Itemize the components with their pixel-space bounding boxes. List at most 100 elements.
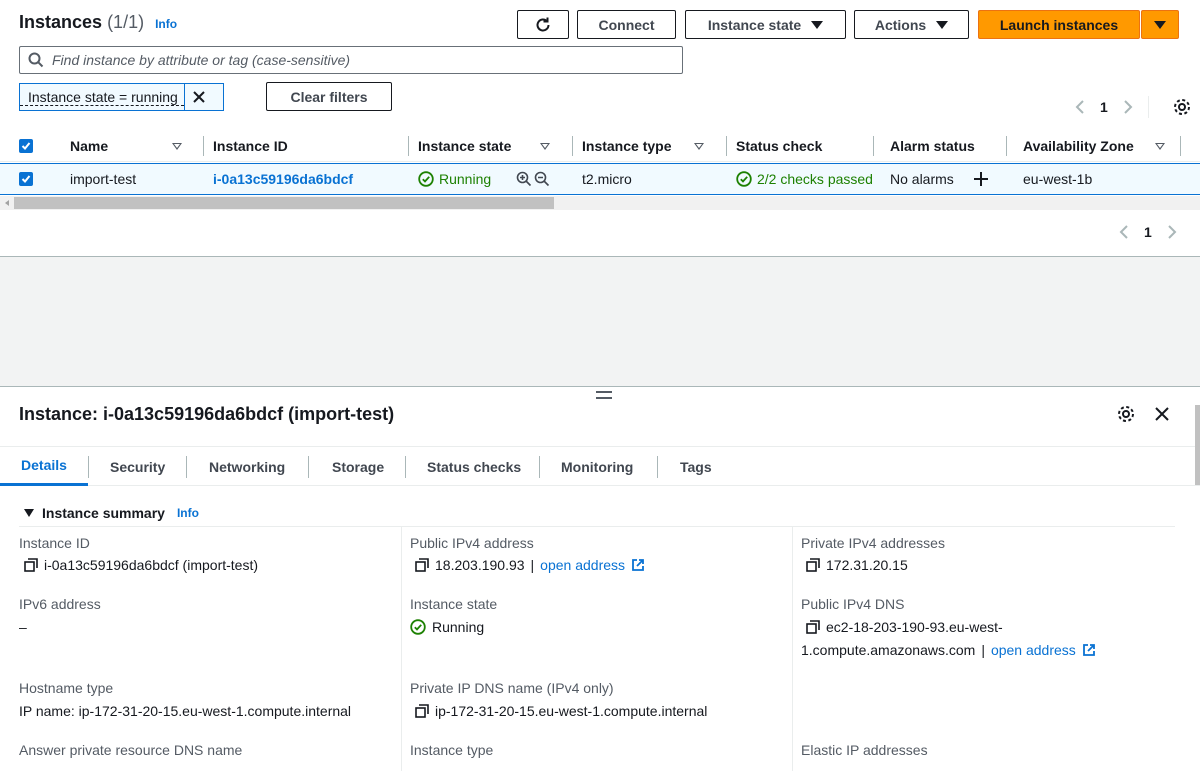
tab-networking[interactable]: Networking xyxy=(209,447,285,486)
scroll-left-icon[interactable] xyxy=(2,196,12,210)
split-panel-gap xyxy=(0,256,1200,387)
cell-instance-type: t2.micro xyxy=(582,171,632,187)
hostname-type-value: IP name: ip-172-31-20-15.eu-west-1.compu… xyxy=(19,703,352,719)
ipv6-label: IPv6 address xyxy=(19,596,101,612)
sort-icon xyxy=(1155,143,1165,150)
add-alarm-button[interactable] xyxy=(973,164,989,194)
launch-dropdown-button[interactable] xyxy=(1141,10,1179,39)
open-address-link[interactable]: open address xyxy=(991,642,1076,658)
chevron-left-icon[interactable] xyxy=(1118,224,1130,240)
copy-icon[interactable] xyxy=(806,558,820,572)
chevron-right-icon[interactable] xyxy=(1166,224,1178,240)
search-icon xyxy=(28,52,44,68)
close-icon xyxy=(193,91,206,103)
cell-availability-zone: eu-west-1b xyxy=(1023,171,1093,187)
caret-down-icon xyxy=(811,20,824,29)
private-ipv4-value: 172.31.20.15 xyxy=(806,557,908,573)
horizontal-scrollbar[interactable] xyxy=(0,196,1200,210)
instance-state-dropdown[interactable]: Instance state xyxy=(685,10,846,39)
check-circle-icon xyxy=(410,619,426,635)
instance-id-label: Instance ID xyxy=(19,535,90,551)
private-dns-value: ip-172-31-20-15.eu-west-1.compute.intern… xyxy=(415,703,707,719)
copy-icon[interactable] xyxy=(415,704,429,718)
chevron-right-icon[interactable] xyxy=(1122,99,1134,115)
table-header: Name Instance ID Instance state Instance… xyxy=(0,130,1200,162)
remove-filter-button[interactable] xyxy=(183,84,214,110)
scrollbar-thumb[interactable] xyxy=(14,197,554,209)
public-dns-value-line2: 1.compute.amazonaws.com | open address xyxy=(801,642,1096,658)
cell-status-check[interactable]: 2/2 checks passed xyxy=(736,164,873,194)
chevron-left-icon[interactable] xyxy=(1074,99,1086,115)
col-name[interactable]: Name xyxy=(70,130,182,162)
instance-count: (1/1) xyxy=(107,12,145,32)
tab-security[interactable]: Security xyxy=(110,447,165,486)
ipv6-value: – xyxy=(19,619,27,635)
page-number[interactable]: 1 xyxy=(1144,224,1152,240)
refresh-icon xyxy=(536,17,550,31)
copy-icon[interactable] xyxy=(24,558,38,572)
tab-details[interactable]: Details xyxy=(0,447,88,486)
close-icon xyxy=(1155,407,1169,421)
panel-scrollbar[interactable] xyxy=(1195,405,1200,485)
filter-token-label[interactable]: Instance state = running xyxy=(20,89,184,106)
col-instance-id[interactable]: Instance ID xyxy=(203,130,288,162)
external-link-icon[interactable] xyxy=(631,558,645,572)
summary-info-link[interactable]: Info xyxy=(177,506,199,520)
settings-gear-icon[interactable] xyxy=(1172,97,1192,117)
sort-icon xyxy=(540,143,550,150)
connect-button[interactable]: Connect xyxy=(577,10,676,39)
private-ipv4-label: Private IPv4 addresses xyxy=(801,535,945,551)
filter-token: Instance state = running xyxy=(19,83,224,111)
info-link[interactable]: Info xyxy=(155,17,177,31)
col-status-check[interactable]: Status check xyxy=(726,130,822,162)
col-availability-zone[interactable]: Availability Zone xyxy=(1006,130,1165,162)
instance-state-value: Running xyxy=(410,619,484,635)
actions-dropdown[interactable]: Actions xyxy=(854,10,969,39)
public-dns-label: Public IPv4 DNS xyxy=(801,596,905,612)
tab-monitoring[interactable]: Monitoring xyxy=(561,447,633,486)
launch-instances-button[interactable]: Launch instances xyxy=(978,10,1140,39)
elastic-ip-label: Elastic IP addresses xyxy=(801,742,928,758)
instance-state-label: Instance state xyxy=(410,596,498,612)
resize-handle[interactable] xyxy=(596,391,612,401)
page-number[interactable]: 1 xyxy=(1100,99,1108,115)
search-input[interactable] xyxy=(52,52,652,68)
public-dns-value-line1: ec2-18-203-190-93.eu-west- xyxy=(806,619,1003,635)
row-checkbox[interactable] xyxy=(19,164,33,194)
clear-filters-button[interactable]: Clear filters xyxy=(266,82,392,111)
sort-icon xyxy=(172,143,182,150)
instance-type-label: Instance type xyxy=(410,742,494,758)
gear-icon xyxy=(1118,406,1134,422)
close-panel-button[interactable] xyxy=(1154,406,1170,422)
tab-storage[interactable]: Storage xyxy=(332,447,384,486)
copy-icon[interactable] xyxy=(806,620,820,634)
plus-icon xyxy=(974,172,988,186)
pagination-bottom: 1 xyxy=(1118,224,1178,240)
instance-id-value: i-0a13c59196da6bdcf (import-test) xyxy=(24,557,258,573)
tab-tags[interactable]: Tags xyxy=(680,447,712,486)
zoom-in-icon[interactable] xyxy=(516,171,532,187)
check-circle-icon xyxy=(418,171,434,187)
search-box[interactable] xyxy=(19,46,683,74)
open-address-link[interactable]: open address xyxy=(540,557,625,573)
zoom-out-icon[interactable] xyxy=(534,171,550,187)
col-alarm-status[interactable]: Alarm status xyxy=(873,130,975,162)
public-ipv4-label: Public IPv4 address xyxy=(410,535,534,551)
tab-status-checks[interactable]: Status checks xyxy=(427,447,521,486)
instance-summary-header[interactable]: Instance summary Info xyxy=(24,505,199,521)
copy-icon[interactable] xyxy=(415,558,429,572)
panel-settings-button[interactable] xyxy=(1116,404,1136,424)
col-instance-type[interactable]: Instance type xyxy=(572,130,704,162)
caret-down-icon xyxy=(1154,20,1166,29)
cell-alarm-status: No alarms xyxy=(890,171,954,187)
refresh-button[interactable] xyxy=(517,10,569,39)
select-all-checkbox[interactable] xyxy=(19,130,33,162)
col-instance-state[interactable]: Instance state xyxy=(408,130,550,162)
zoom-controls xyxy=(516,164,550,194)
cell-instance-id-link[interactable]: i-0a13c59196da6bdcf xyxy=(213,164,353,194)
external-link-icon[interactable] xyxy=(1082,643,1096,657)
caret-down-icon xyxy=(24,509,34,517)
sort-icon xyxy=(694,143,704,150)
page-title: Instances (1/1) Info xyxy=(19,12,178,32)
table-row[interactable]: import-test i-0a13c59196da6bdcf Running … xyxy=(0,163,1200,195)
